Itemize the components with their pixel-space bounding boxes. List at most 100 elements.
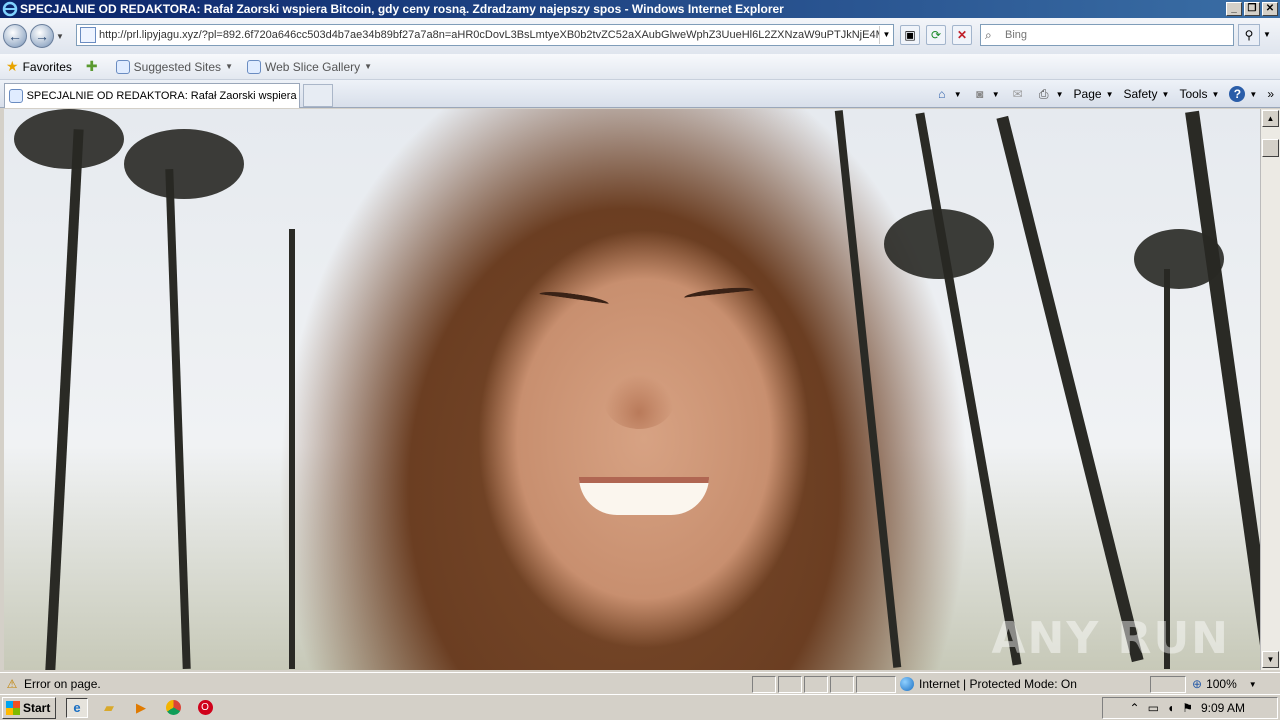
tools-menu[interactable]: Tools ▼ [1179, 87, 1219, 101]
warning-icon[interactable]: ⚠ [4, 677, 20, 691]
left-eye [538, 289, 610, 309]
compatibility-view-icon: ▣ [904, 28, 916, 42]
minimize-button[interactable]: _ [1226, 2, 1242, 16]
safety-menu[interactable]: Safety ▼ [1124, 87, 1170, 101]
suggested-sites-link[interactable]: Suggested Sites ▼ [115, 59, 233, 74]
back-button[interactable]: ← [3, 24, 27, 48]
start-label: Start [23, 700, 51, 715]
refresh-button[interactable]: ⟳ [926, 25, 946, 45]
page-menu-label: Page [1073, 87, 1102, 101]
scroll-thumb[interactable] [1262, 139, 1279, 157]
chevron-down-icon: ▼ [1248, 679, 1257, 689]
protected-mode-segment[interactable] [1150, 676, 1186, 693]
search-box[interactable]: ⌕ [980, 24, 1234, 46]
start-button[interactable]: Start [2, 696, 56, 719]
address-bar[interactable]: http://prl.lipyjagu.xyz/?pl=892.6f720a64… [76, 24, 894, 46]
web-page-content[interactable]: ANY RUN [4, 109, 1260, 670]
new-tab-button[interactable] [303, 84, 333, 107]
search-options-dropdown[interactable]: ▼ [1263, 30, 1271, 39]
feeds-button[interactable]: ◙ ▼ [972, 87, 1000, 101]
add-favorite-icon: ✚ [85, 58, 98, 74]
hero-photo [4, 109, 1260, 670]
page-menu[interactable]: Page ▼ [1074, 87, 1114, 101]
forward-button[interactable]: → [30, 24, 54, 48]
chevron-down-icon: ▼ [1249, 89, 1258, 99]
windows-logo-icon [6, 700, 20, 715]
network-icon[interactable]: ▭ [1148, 701, 1159, 715]
web-slice-gallery-label: Web Slice Gallery [264, 59, 361, 74]
recent-pages-dropdown[interactable]: ▼ [56, 32, 64, 41]
chevron-down-icon: ▼ [225, 62, 233, 71]
status-text[interactable]: Error on page. [24, 677, 101, 691]
favorites-label: Favorites [22, 59, 72, 74]
read-mail-button[interactable]: ✉ [1010, 87, 1026, 101]
anyrun-watermark: ANY RUN [991, 613, 1230, 664]
restore-button[interactable]: ❐ [1244, 2, 1260, 16]
command-bar: ⌂ ▼ ◙ ▼ ✉ ⎙ ▼ Page ▼ Safety ▼ Tools ▼ ? ▼ » [934, 84, 1274, 104]
smile [579, 477, 709, 515]
arrow-up-icon: ▲ [1266, 114, 1275, 123]
window-title: SPECJALNIE OD REDAKTORA: Rafał Zaorski w… [20, 2, 784, 16]
stop-button[interactable]: ✕ [952, 25, 972, 45]
status-segment [778, 676, 802, 693]
security-zone[interactable]: Internet | Protected Mode: On [900, 677, 1077, 691]
status-segment [856, 676, 896, 693]
vertical-scrollbar[interactable]: ▲ ▼ [1260, 109, 1280, 670]
status-segment [752, 676, 776, 693]
chevron-down-icon: ▼ [1161, 89, 1170, 99]
back-arrow-icon: ← [8, 28, 22, 44]
scroll-up-button[interactable]: ▲ [1262, 110, 1279, 127]
tab-active[interactable]: SPECJALNIE OD REDAKTORA: Rafał Zaorski w… [4, 83, 300, 108]
url-field[interactable]: http://prl.lipyjagu.xyz/?pl=892.6f720a64… [99, 29, 879, 41]
chevron-down-icon: ▼ [364, 62, 373, 71]
folder-icon: ▰ [104, 699, 114, 715]
web-slice-gallery-icon [246, 59, 261, 74]
home-icon: ⌂ [938, 87, 946, 101]
bing-search-provider-icon: ⌕ [985, 27, 992, 42]
system-tray: ⌃ ▭ ◖ ⚑ 9:09 AM [1102, 697, 1278, 719]
search-button[interactable]: ⚲ [1238, 24, 1260, 46]
nose [604, 374, 674, 429]
tab-label: SPECJALNIE OD REDAKTORA: Rafał Zaorski w… [26, 90, 299, 102]
stop-icon: ✕ [956, 28, 968, 42]
clock[interactable]: 9:09 AM [1201, 701, 1245, 715]
suggested-sites-label: Suggested Sites [133, 59, 222, 74]
tab-favicon-icon [9, 89, 23, 103]
favorites-button[interactable]: ★ Favorites [6, 58, 72, 75]
help-button[interactable]: ? ▼ [1229, 86, 1257, 102]
address-dropdown-button[interactable]: ▼ [879, 26, 893, 44]
favorites-bar: ★ Favorites ✚ Suggested Sites ▼ Web Slic… [0, 54, 1280, 80]
window-titlebar: SPECJALNIE OD REDAKTORA: Rafał Zaorski w… [0, 0, 1280, 18]
taskbar-chrome[interactable] [162, 698, 184, 718]
taskbar-media-player[interactable]: ▶ [130, 698, 152, 718]
suggested-sites-icon [115, 59, 130, 74]
forward-arrow-icon: → [35, 28, 49, 44]
add-to-favorites-bar-button[interactable]: ✚ [86, 58, 102, 75]
volume-icon[interactable]: ◖ [1167, 701, 1174, 715]
taskbar-internet-explorer[interactable]: e [66, 697, 88, 718]
scroll-down-button[interactable]: ▼ [1262, 651, 1279, 668]
arrow-down-icon: ▼ [1266, 655, 1275, 664]
toolbar-overflow-button[interactable]: » [1267, 87, 1274, 101]
action-center-flag-icon[interactable]: ⚑ [1182, 701, 1193, 715]
tab-bar: SPECJALNIE OD REDAKTORA: Rafał Zaorski w… [0, 80, 1280, 108]
status-segment [830, 676, 854, 693]
navigation-bar: ← → ▼ http://prl.lipyjagu.xyz/?pl=892.6f… [0, 18, 1280, 54]
close-window-button[interactable]: ✕ [1262, 2, 1278, 16]
chevron-down-icon: ▼ [1055, 89, 1064, 99]
tools-menu-label: Tools [1179, 87, 1208, 101]
zoom-level-button[interactable]: ⊕ 100% ▼ [1192, 677, 1257, 691]
print-button[interactable]: ⎙ ▼ [1036, 87, 1064, 101]
home-button[interactable]: ⌂ ▼ [934, 87, 962, 101]
search-input[interactable] [1005, 29, 1233, 41]
help-icon: ? [1229, 86, 1246, 102]
compatibility-view-button[interactable]: ▣ [900, 25, 920, 45]
taskbar-opera[interactable]: O [194, 698, 216, 718]
page-favicon-icon [80, 27, 96, 43]
media-player-icon: ▶ [136, 699, 146, 715]
internet-zone-globe-icon [900, 677, 914, 691]
zoom-icon: ⊕ [1192, 677, 1203, 691]
tray-expand-icon[interactable]: ⌃ [1130, 701, 1140, 715]
web-slice-gallery-link[interactable]: Web Slice Gallery ▼ [246, 59, 373, 74]
taskbar-explorer[interactable]: ▰ [98, 698, 120, 718]
